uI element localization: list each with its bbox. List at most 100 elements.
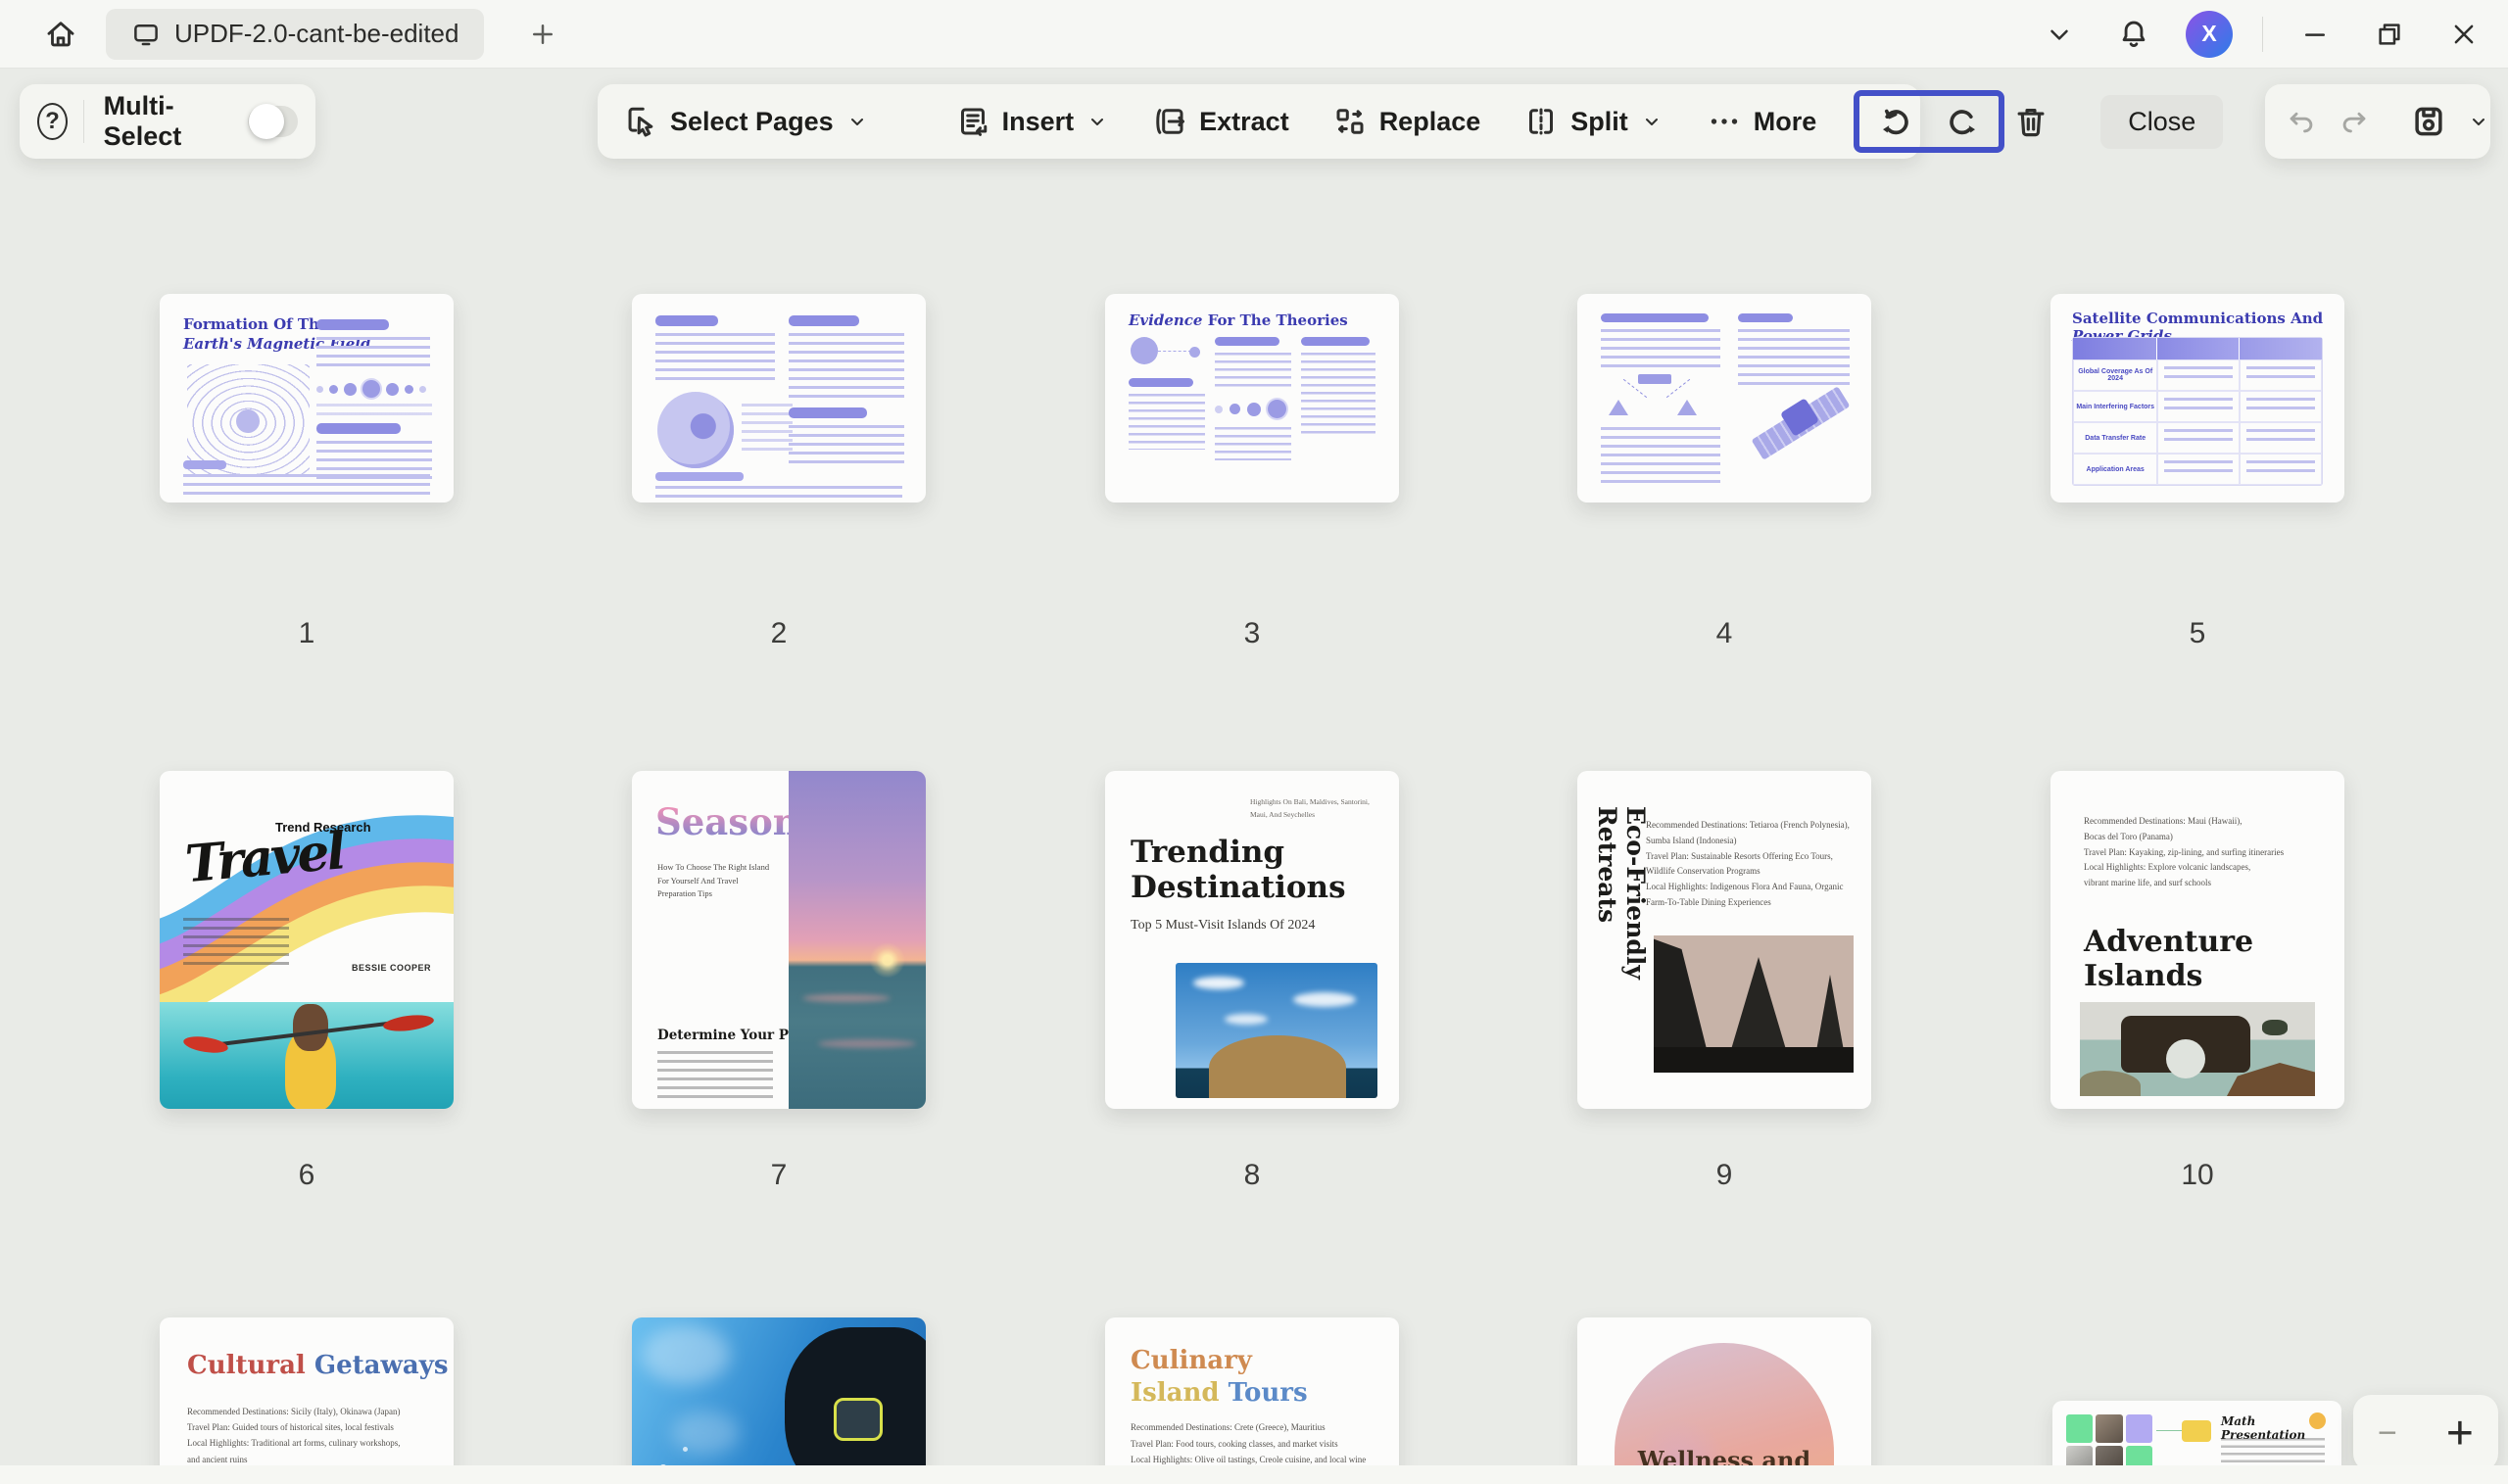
tile <box>2066 1414 2093 1443</box>
section-pill <box>1601 313 1709 322</box>
text-lines <box>657 1051 773 1098</box>
table-header-cell <box>2240 338 2322 359</box>
document-tab[interactable]: UPDF-2.0-cant-be-edited <box>106 9 484 60</box>
section-pill <box>183 460 226 469</box>
light-caustic <box>642 1325 730 1384</box>
page8-title-line1: Trending <box>1131 836 1346 871</box>
minimize-button[interactable] <box>2292 12 2338 57</box>
rotate-right-button[interactable] <box>1944 102 1983 141</box>
text-lines <box>1601 329 1720 368</box>
text-lines <box>1129 394 1205 450</box>
page8-subtitle: Top 5 Must-Visit Islands Of 2024 <box>1131 918 1315 933</box>
page-thumbnail-4[interactable] <box>1577 294 1871 503</box>
table-row-label: Global Coverage As Of 2024 <box>2073 359 2157 391</box>
page-thumbnail-2[interactable] <box>632 294 926 503</box>
bottom-edge-strip <box>0 1465 2508 1484</box>
table-cell <box>2240 359 2322 391</box>
page-number: 1 <box>160 617 454 650</box>
section-pill <box>316 423 401 434</box>
close-window-button[interactable] <box>2441 12 2486 57</box>
arch-rock-photo <box>2080 1002 2315 1096</box>
page-thumbnail-9[interactable]: Eco-Friendly Retreats Recommended Destin… <box>1577 771 1871 1109</box>
toggle-knob <box>249 104 284 139</box>
text-lines <box>1738 329 1850 385</box>
undo-button[interactable] <box>2285 105 2318 138</box>
page-number: 8 <box>1105 1159 1399 1192</box>
replace-icon <box>1332 104 1368 139</box>
island-hill <box>1209 1035 1346 1098</box>
new-tab-button[interactable] <box>523 15 562 54</box>
zoom-controls: − + <box>2353 1395 2498 1471</box>
replace-button[interactable]: Replace <box>1332 104 1481 139</box>
page-number: 2 <box>632 617 926 650</box>
rotate-buttons-highlight <box>1854 90 2004 153</box>
rotate-left-button[interactable] <box>1875 102 1914 141</box>
text-lines <box>655 333 775 380</box>
page-thumbnail-3[interactable]: Evidence For The Theories <box>1105 294 1399 503</box>
earth-moon-diagram <box>1131 337 1158 364</box>
rotate-left-icon <box>1875 102 1914 141</box>
chevron-down-icon <box>2045 20 2074 49</box>
menu-collapse-button[interactable] <box>2037 12 2082 57</box>
notifications-button[interactable] <box>2111 12 2156 57</box>
page13-title: Culinary Island Tours <box>1131 1345 1308 1409</box>
zoom-in-button[interactable]: + <box>2446 1407 2474 1460</box>
restore-button[interactable] <box>2367 12 2412 57</box>
text-lines <box>655 486 902 498</box>
page9-details: Recommended Destinations: Tetiaroa (Fren… <box>1646 818 1854 911</box>
rotate-right-icon <box>1944 102 1983 141</box>
user-avatar[interactable]: X <box>2186 11 2233 58</box>
page-thumbnail-12[interactable] <box>632 1317 926 1484</box>
section-pill <box>655 472 744 481</box>
delete-page-button[interactable] <box>2012 103 2050 140</box>
page7-subtitle: How To Choose The Right Island For Yours… <box>657 861 775 901</box>
connector-line <box>2156 1430 2182 1431</box>
page-thumbnail-6[interactable]: Trend Research Travel BESSIE COOPER <box>160 771 454 1109</box>
page-thumbnail-7[interactable]: Season How To Choose The Right Island Fo… <box>632 771 926 1109</box>
wave-highlight <box>802 994 891 1002</box>
redo-button[interactable] <box>2338 105 2371 138</box>
text-lines <box>789 333 904 398</box>
multi-select-toolbar: ? Multi-Select <box>20 84 315 159</box>
insert-button[interactable]: Insert <box>955 104 1110 139</box>
page-number: 6 <box>160 1159 454 1192</box>
save-button[interactable] <box>2410 103 2447 140</box>
table-row-label: Data Transfer Rate <box>2073 422 2157 454</box>
select-pages-label: Select Pages <box>670 107 834 137</box>
zoom-out-button[interactable]: − <box>2378 1414 2397 1453</box>
document-icon <box>131 20 161 49</box>
page-thumbnail-13[interactable]: Culinary Island Tours Recommended Destin… <box>1105 1317 1399 1484</box>
close-organize-button[interactable]: Close <box>2100 95 2223 149</box>
text-lines <box>1601 427 1720 483</box>
multi-select-toggle[interactable] <box>248 106 298 137</box>
save-icon <box>2410 103 2447 140</box>
help-button[interactable]: ? <box>37 103 68 140</box>
page-thumbnail-1[interactable]: Formation Of The Earth's Magnetic Field <box>160 294 454 503</box>
page8-title-line2: Destinations <box>1131 871 1346 906</box>
table-cell <box>2240 391 2322 422</box>
page-thumbnail-10[interactable]: Recommended Destinations: Maui (Hawaii),… <box>2050 771 2344 1109</box>
moon-shape <box>1189 347 1200 358</box>
page10-title: Adventure Islands <box>2084 926 2253 993</box>
split-button[interactable]: Split <box>1523 104 1664 139</box>
chevron-down-icon <box>2467 110 2490 133</box>
select-pages-button[interactable]: Select Pages <box>623 104 869 139</box>
home-button[interactable] <box>39 13 82 56</box>
page-thumbnail-14[interactable]: Wellness and Relaxation <box>1577 1317 1871 1484</box>
page8-title: Trending Destinations <box>1131 836 1346 905</box>
extract-button[interactable]: Extract <box>1152 104 1289 139</box>
table-row-label: Main Interfering Factors <box>2073 391 2157 422</box>
page-thumbnail-11[interactable]: Cultural Getaways Recommended Destinatio… <box>160 1317 454 1484</box>
page-thumbnail-8[interactable]: Highlights On Bali, Maldives, Santorini,… <box>1105 771 1399 1109</box>
sea-stacks-photo <box>1654 935 1854 1073</box>
page-thumbnail-5[interactable]: Satellite Communications And Power Grids… <box>2050 294 2344 503</box>
more-button[interactable]: More <box>1707 104 1817 139</box>
text-lines <box>1215 353 1291 392</box>
comparison-table: Global Coverage As Of 2024 Main Interfer… <box>2072 337 2323 486</box>
planet-labels <box>316 404 432 415</box>
save-options-button[interactable] <box>2467 110 2490 133</box>
page1-title-line1: Formation Of The <box>183 315 328 333</box>
text-lines <box>1215 427 1291 460</box>
page-number: 4 <box>1577 617 1871 650</box>
toolbar-divider <box>83 100 84 143</box>
